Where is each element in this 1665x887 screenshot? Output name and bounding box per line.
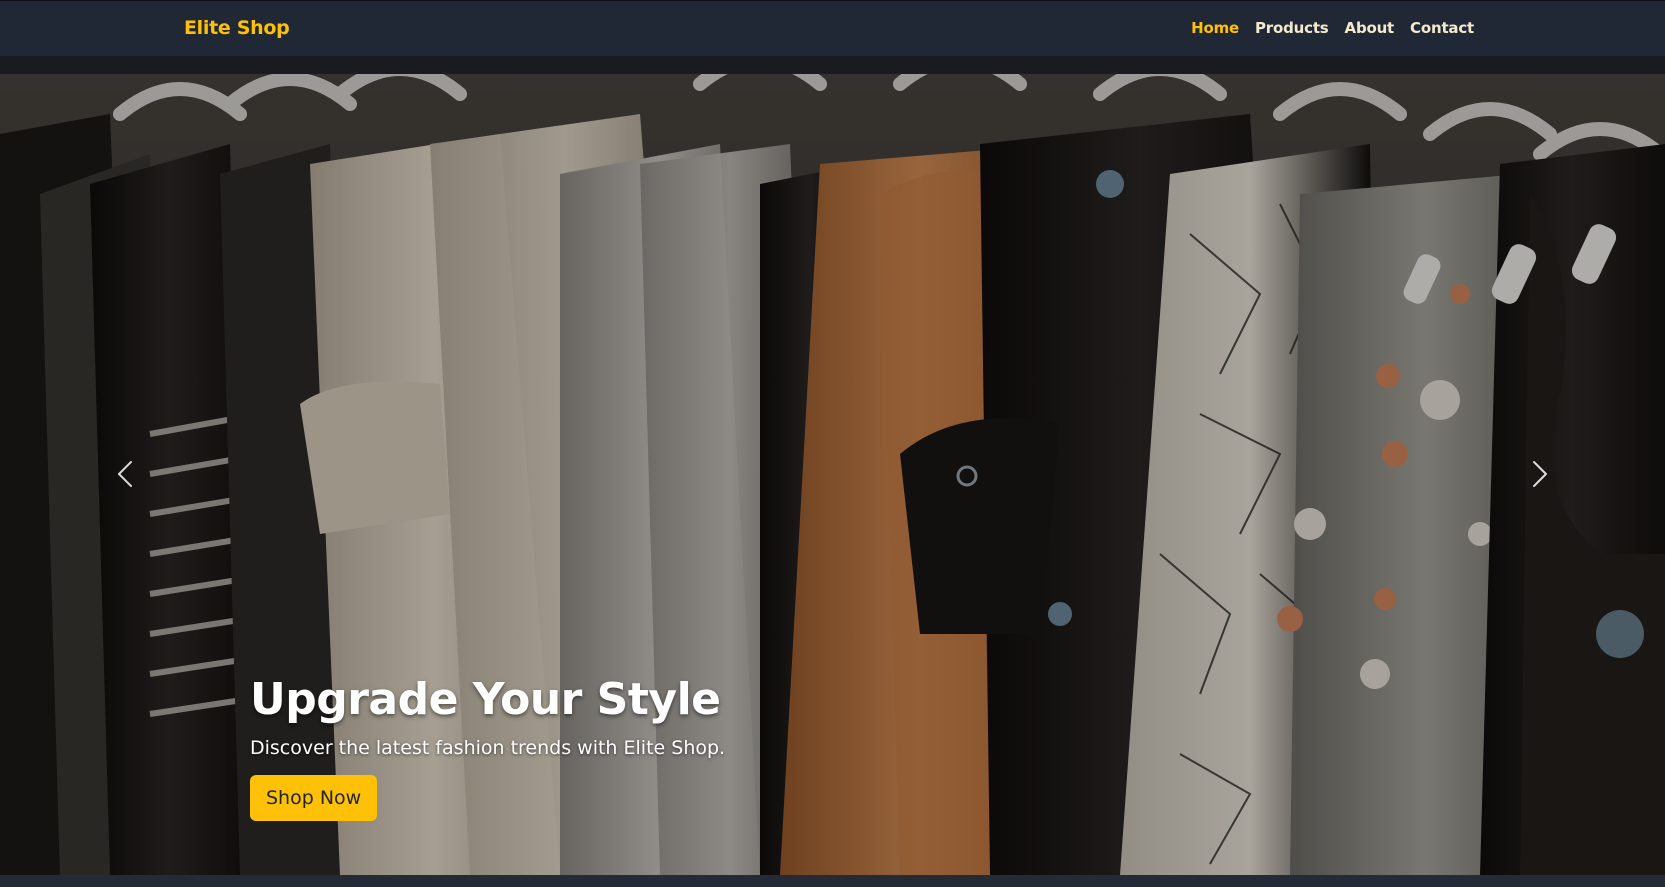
hero-carousel: Upgrade Your Style Discover the latest f… xyxy=(0,74,1665,875)
chevron-left-icon xyxy=(118,461,132,487)
nav-links: Home Products About Contact xyxy=(1191,19,1474,37)
section-divider xyxy=(0,875,1665,887)
shop-now-button[interactable]: Shop Now xyxy=(250,775,378,821)
navbar: Elite Shop Home Products About Contact xyxy=(0,0,1665,56)
hero-subtitle: Discover the latest fashion trends with … xyxy=(250,737,726,759)
navbar-spacer xyxy=(0,56,1665,74)
hero-title: Upgrade Your Style xyxy=(250,674,721,725)
nav-link-products[interactable]: Products xyxy=(1255,19,1329,37)
nav-link-about[interactable]: About xyxy=(1345,19,1395,37)
brand-logo[interactable]: Elite Shop xyxy=(184,17,290,39)
carousel-prev-button[interactable] xyxy=(105,454,145,494)
nav-link-home[interactable]: Home xyxy=(1191,19,1239,37)
nav-link-contact[interactable]: Contact xyxy=(1410,19,1474,37)
carousel-next-button[interactable] xyxy=(1520,454,1560,494)
hero-caption: Upgrade Your Style Discover the latest f… xyxy=(250,674,725,821)
chevron-right-icon xyxy=(1533,461,1547,487)
